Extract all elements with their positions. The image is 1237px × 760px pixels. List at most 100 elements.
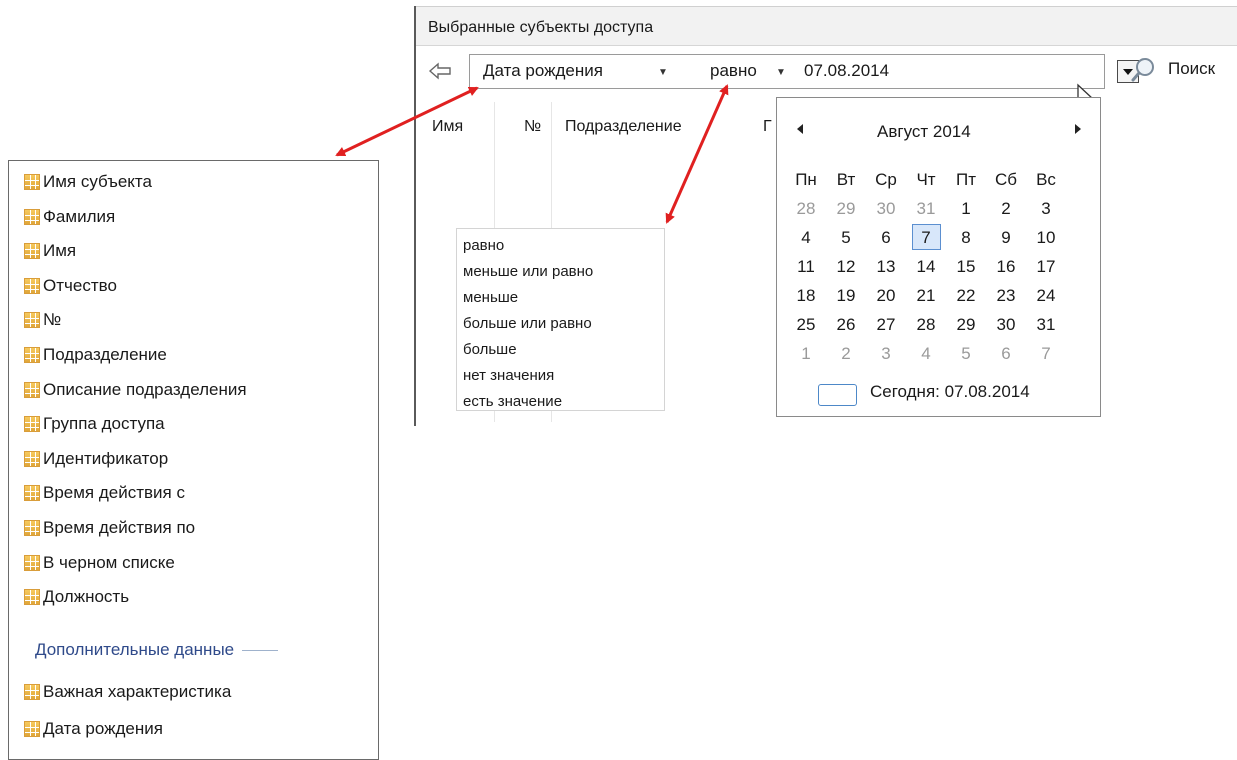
calendar-day[interactable]: 6 bbox=[986, 339, 1026, 368]
calendar-day[interactable]: 18 bbox=[786, 281, 826, 310]
today-button[interactable]: Сегодня: 07.08.2014 bbox=[870, 382, 1030, 402]
operator-option[interactable]: больше или равно bbox=[463, 311, 664, 337]
operator-option[interactable]: есть значение bbox=[463, 389, 664, 415]
operator-caret-icon[interactable]: ▼ bbox=[776, 67, 786, 78]
calendar-day[interactable]: 22 bbox=[946, 281, 986, 310]
table-column-icon bbox=[24, 589, 40, 605]
column-list-item[interactable]: № bbox=[24, 303, 61, 337]
calendar-day[interactable]: 6 bbox=[866, 223, 906, 252]
section-header-label: Дополнительные данные bbox=[35, 640, 235, 659]
column-list-item[interactable]: Время действия по bbox=[24, 511, 195, 545]
calendar-day[interactable]: 10 bbox=[1026, 223, 1066, 252]
calendar-day[interactable]: 30 bbox=[866, 194, 906, 223]
calendar-day[interactable]: 31 bbox=[1026, 310, 1066, 339]
calendar-day[interactable]: 21 bbox=[906, 281, 946, 310]
column-list-item[interactable]: Идентификатор bbox=[24, 442, 168, 476]
column-list-item-label: № bbox=[43, 310, 62, 329]
calendar-day[interactable]: 20 bbox=[866, 281, 906, 310]
calendar-day[interactable]: 3 bbox=[866, 339, 906, 368]
back-arrow-icon[interactable] bbox=[428, 60, 452, 82]
calendar-day[interactable]: 31 bbox=[906, 194, 946, 223]
calendar-day[interactable]: 11 bbox=[786, 252, 826, 281]
calendar-day[interactable]: 27 bbox=[866, 310, 906, 339]
column-header-department[interactable]: Подразделение bbox=[565, 118, 682, 136]
calendar-day[interactable]: 12 bbox=[826, 252, 866, 281]
calendar-day[interactable]: 28 bbox=[786, 194, 826, 223]
column-list-item[interactable]: В черном списке bbox=[24, 546, 175, 580]
column-list-item[interactable]: Время действия с bbox=[24, 476, 185, 510]
operator-option[interactable]: нет значения bbox=[463, 363, 664, 389]
calendar-day[interactable]: 1 bbox=[946, 194, 986, 223]
calendar-day[interactable]: 19 bbox=[826, 281, 866, 310]
calendar-day[interactable]: 14 bbox=[906, 252, 946, 281]
calendar-month-title[interactable]: Август 2014 bbox=[877, 122, 971, 142]
field-caret-icon[interactable]: ▼ bbox=[658, 67, 668, 78]
table-column-icon bbox=[24, 485, 40, 501]
calendar-day[interactable]: 30 bbox=[986, 310, 1026, 339]
date-picker-calendar: Август 2014 Пн Вт Ср Чт Пт Сб Вс 28 29 30 31 1 2 3 4 5 6… bbox=[776, 97, 1101, 417]
calendar-day[interactable]: 17 bbox=[1026, 252, 1066, 281]
table-column-icon bbox=[24, 312, 40, 328]
calendar-day[interactable]: 4 bbox=[786, 223, 826, 252]
column-list-item[interactable]: Имя bbox=[24, 234, 76, 268]
calendar-day-selected[interactable]: 7 bbox=[906, 223, 946, 252]
previous-month-icon[interactable] bbox=[797, 124, 803, 134]
calendar-day[interactable]: 16 bbox=[986, 252, 1026, 281]
column-list-item[interactable]: Дата рождения bbox=[24, 712, 163, 746]
column-header-number[interactable]: № bbox=[524, 118, 541, 136]
calendar-day[interactable]: 9 bbox=[986, 223, 1026, 252]
filter-operator-selector[interactable]: равно bbox=[710, 61, 757, 81]
column-list-item-label: Важная характеристика bbox=[43, 682, 232, 701]
calendar-day[interactable]: 7 bbox=[1026, 339, 1066, 368]
calendar-day[interactable]: 23 bbox=[986, 281, 1026, 310]
calendar-day-grid: Пн Вт Ср Чт Пт Сб Вс 28 29 30 31 1 2 3 4 5 6 7 8 9 10 11 12 13 1… bbox=[786, 165, 1066, 368]
calendar-day[interactable]: 3 bbox=[1026, 194, 1066, 223]
calendar-day[interactable]: 13 bbox=[866, 252, 906, 281]
calendar-day[interactable]: 28 bbox=[906, 310, 946, 339]
filter-field-selector[interactable]: Дата рождения bbox=[483, 61, 603, 81]
calendar-day[interactable]: 24 bbox=[1026, 281, 1066, 310]
operator-option[interactable]: меньше или равно bbox=[463, 259, 664, 285]
column-header-group[interactable]: Г bbox=[763, 118, 772, 136]
calendar-day[interactable]: 15 bbox=[946, 252, 986, 281]
column-list-item-label: Время действия по bbox=[43, 518, 196, 537]
column-list-item[interactable]: Имя субъекта bbox=[24, 165, 152, 199]
weekday-label: Пн bbox=[795, 170, 817, 189]
weekday-label: Чт bbox=[916, 170, 936, 189]
calendar-day[interactable]: 29 bbox=[946, 310, 986, 339]
column-header-name[interactable]: Имя bbox=[432, 118, 463, 136]
search-icon[interactable] bbox=[1130, 56, 1158, 84]
column-list-item-label: Имя bbox=[43, 241, 77, 260]
column-list-item[interactable]: Должность bbox=[24, 580, 129, 614]
calendar-day[interactable]: 29 bbox=[826, 194, 866, 223]
filter-date-value[interactable]: 07.08.2014 bbox=[804, 61, 889, 81]
calendar-day[interactable]: 8 bbox=[946, 223, 986, 252]
column-list-item[interactable]: Описание подразделения bbox=[24, 373, 247, 407]
next-month-icon[interactable] bbox=[1075, 124, 1081, 134]
calendar-day[interactable]: 2 bbox=[826, 339, 866, 368]
calendar-day[interactable]: 26 bbox=[826, 310, 866, 339]
column-list-item-label: Время действия с bbox=[43, 483, 185, 502]
weekday-label: Сб bbox=[994, 170, 1017, 189]
table-column-icon bbox=[24, 174, 40, 190]
column-list-item-label: Описание подразделения bbox=[43, 380, 247, 399]
column-list-item[interactable]: Отчество bbox=[24, 269, 117, 303]
column-list-item-label: Идентификатор bbox=[43, 449, 169, 468]
operator-option[interactable]: больше bbox=[463, 337, 664, 363]
operator-option[interactable]: равно bbox=[463, 233, 664, 259]
column-list-item[interactable]: Подразделение bbox=[24, 338, 167, 372]
calendar-day[interactable]: 4 bbox=[906, 339, 946, 368]
calendar-day[interactable]: 5 bbox=[946, 339, 986, 368]
search-button[interactable]: Поиск bbox=[1168, 59, 1215, 79]
table-column-icon bbox=[24, 555, 40, 571]
column-list-item[interactable]: Группа доступа bbox=[24, 407, 165, 441]
operator-option[interactable]: меньше bbox=[463, 285, 664, 311]
column-list-item[interactable]: Фамилия bbox=[24, 200, 115, 234]
calendar-day[interactable]: 5 bbox=[826, 223, 866, 252]
column-list-item[interactable]: Важная характеристика bbox=[24, 675, 231, 709]
calendar-day[interactable]: 25 bbox=[786, 310, 826, 339]
today-marker-icon bbox=[818, 384, 857, 406]
column-list-item-label: Подразделение bbox=[43, 345, 167, 364]
calendar-day[interactable]: 2 bbox=[986, 194, 1026, 223]
calendar-day[interactable]: 1 bbox=[786, 339, 826, 368]
